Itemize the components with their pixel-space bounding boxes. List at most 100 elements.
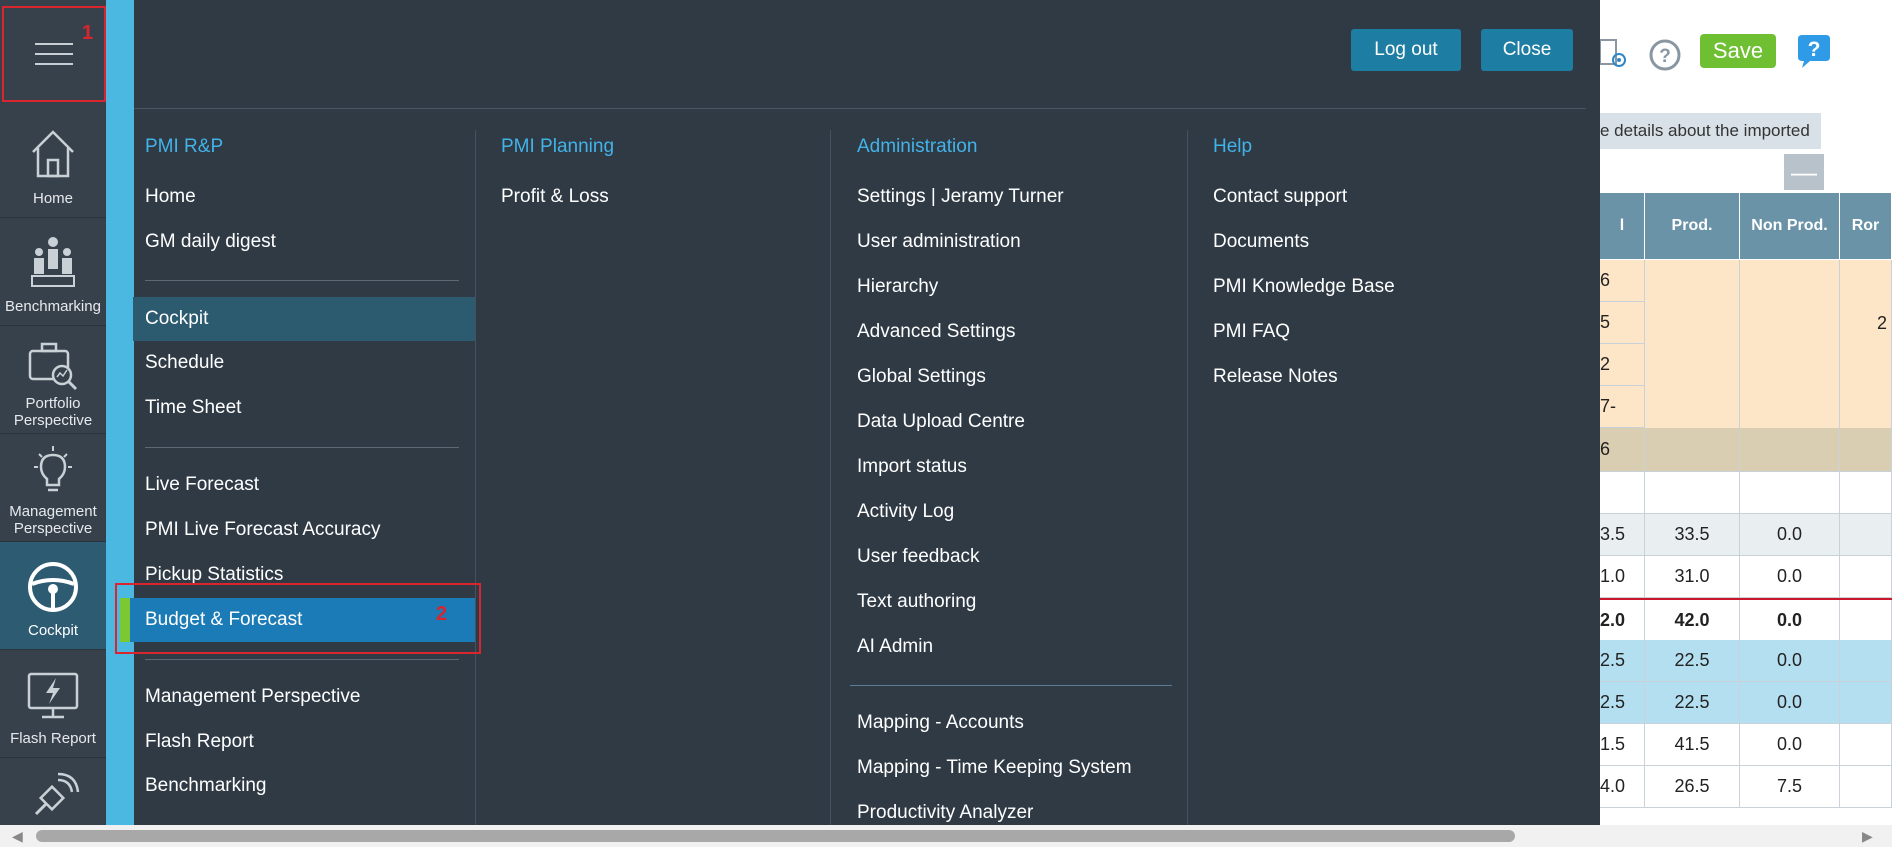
table-cell: 0.0 [1740, 640, 1840, 682]
menu-item-release-notes[interactable]: Release Notes [1213, 355, 1338, 399]
chat-help-icon[interactable]: ? [1794, 33, 1834, 71]
grid-header-row: l Prod. Non Prod. Ror [1600, 193, 1892, 260]
grid-header-cell: Prod. [1645, 193, 1740, 260]
table-row: 4.0 26.5 7.5 [1600, 766, 1892, 808]
table-cell [1840, 640, 1892, 682]
menu-item-hierarchy[interactable]: Hierarchy [857, 265, 938, 309]
table-cell [1645, 428, 1740, 472]
help-circle-icon[interactable]: ? [1648, 38, 1682, 72]
menu-item-cockpit[interactable]: Cockpit [133, 297, 475, 341]
table-cell: 26.5 [1645, 766, 1740, 808]
save-button[interactable]: Save [1700, 34, 1776, 68]
table-row: 1.5 41.5 0.0 [1600, 724, 1892, 766]
table-cell [1840, 514, 1892, 556]
table-cell: 2 [1600, 344, 1645, 386]
menu-item-data-upload-centre[interactable]: Data Upload Centre [857, 400, 1025, 444]
rail-item-management-perspective[interactable]: Management Perspective [0, 434, 106, 542]
menu-item-pmi-live-forecast-accuracy[interactable]: PMI Live Forecast Accuracy [134, 508, 485, 552]
rail-item-flash-report[interactable]: Flash Report [0, 650, 106, 758]
menu-item-ai-admin[interactable]: AI Admin [857, 625, 933, 669]
table-cell [1645, 344, 1740, 386]
grid-header-cell: Ror [1840, 193, 1892, 260]
menu-item-global-settings[interactable]: Global Settings [857, 355, 986, 399]
table-row: 2 [1600, 344, 1892, 386]
menu-divider [134, 108, 1586, 109]
import-info-text: e details about the imported [1600, 121, 1810, 140]
scrollbar-thumb[interactable] [36, 830, 1515, 842]
menu-item-home[interactable]: Home [134, 175, 485, 219]
table-cell [1840, 428, 1892, 472]
menu-item-documents[interactable]: Documents [1213, 220, 1309, 264]
table-row: 6 [1600, 260, 1892, 302]
horizontal-scrollbar[interactable]: ◀ ▶ [0, 825, 1892, 847]
group-divider [145, 447, 459, 448]
table-cell: 22.5 [1645, 682, 1740, 724]
menu-item-time-sheet[interactable]: Time Sheet [134, 386, 485, 430]
menu-item-contact-support[interactable]: Contact support [1213, 175, 1347, 219]
table-cell: 0.0 [1740, 724, 1840, 766]
table-cell: 33.5 [1645, 514, 1740, 556]
menu-item-mapping-accounts[interactable]: Mapping - Accounts [857, 701, 1024, 745]
table-cell: 41.5 [1645, 724, 1740, 766]
menu-item-activity-log[interactable]: Activity Log [857, 490, 954, 534]
scroll-right-arrow-icon[interactable]: ▶ [1862, 828, 1873, 845]
table-row: 3.5 33.5 0.0 [1600, 514, 1892, 556]
rail-item-label: Cockpit [27, 622, 79, 639]
menu-item-advanced-settings[interactable]: Advanced Settings [857, 310, 1015, 354]
menu-item-live-forecast[interactable]: Live Forecast [134, 463, 485, 507]
table-cell: 2.0 [1600, 600, 1645, 642]
app-page: ? Save ? e details about the imported — … [0, 0, 1892, 847]
menu-item-text-authoring[interactable]: Text authoring [857, 580, 976, 624]
menu-item-benchmarking[interactable]: Benchmarking [134, 764, 485, 808]
menu-item-pmi-knowledge-base[interactable]: PMI Knowledge Base [1213, 265, 1395, 309]
heading-pmi-rp: PMI R&P [145, 136, 224, 157]
rail-item-cockpit[interactable]: Cockpit [0, 542, 106, 650]
rail-item-portfolio-perspective[interactable]: Portfolio Perspective [0, 326, 106, 434]
table-cell [1840, 766, 1892, 808]
rail-item-more[interactable] [0, 758, 106, 825]
lightbulb-icon [34, 446, 72, 492]
table-cell [1645, 260, 1740, 302]
table-cell [1740, 260, 1840, 302]
menu-item-mapping-time-keeping[interactable]: Mapping - Time Keeping System [857, 746, 1132, 790]
collapse-button[interactable]: — [1784, 154, 1824, 190]
menu-item-schedule[interactable]: Schedule [134, 341, 485, 385]
table-cell [1645, 386, 1740, 428]
rail-item-label: Home [32, 190, 73, 207]
table-cell [1740, 344, 1840, 386]
annotation-badge-2: 2 [436, 603, 448, 625]
table-cell: 0.0 [1740, 556, 1840, 598]
menu-item-user-administration[interactable]: User administration [857, 220, 1021, 264]
rail-item-home[interactable]: Home [0, 111, 106, 218]
menu-item-gm-daily-digest[interactable]: GM daily digest [134, 220, 485, 264]
hamburger-menu-button[interactable]: 1 [2, 6, 106, 102]
table-cell: 1.0 [1600, 556, 1645, 598]
table-cell: 2 [1840, 302, 1892, 344]
table-cell [1840, 344, 1892, 386]
scroll-left-arrow-icon[interactable]: ◀ [12, 828, 23, 845]
menu-item-management-perspective[interactable]: Management Perspective [134, 675, 485, 719]
menu-item-profit-loss[interactable]: Profit & Loss [501, 175, 609, 219]
menu-item-pmi-faq[interactable]: PMI FAQ [1213, 310, 1290, 354]
menu-item-user-feedback[interactable]: User feedback [857, 535, 980, 579]
menu-item-flash-report[interactable]: Flash Report [134, 720, 485, 764]
report-settings-icon[interactable] [1598, 36, 1628, 70]
log-out-button[interactable]: Log out [1351, 29, 1461, 71]
table-cell [1840, 682, 1892, 724]
left-nav-rail: 1 Home Benchmarking Portfolio Perspectiv… [0, 0, 106, 825]
table-cell: 7- [1600, 386, 1645, 428]
rail-item-benchmarking[interactable]: Benchmarking [0, 218, 106, 326]
table-cell: 42.0 [1645, 600, 1740, 642]
lightning-monitor-icon [27, 672, 79, 719]
table-cell: 0.0 [1740, 682, 1840, 724]
steering-wheel-icon [28, 562, 78, 612]
table-cell: 7.5 [1740, 766, 1840, 808]
table-cell: 0.0 [1740, 514, 1840, 556]
briefcase-chart-icon [28, 342, 78, 391]
grid-header-cell: l [1600, 193, 1645, 260]
table-row: 7- [1600, 386, 1892, 428]
close-button[interactable]: Close [1481, 29, 1573, 71]
menu-item-import-status[interactable]: Import status [857, 445, 967, 489]
table-cell: 0.0 [1740, 600, 1840, 642]
menu-item-settings[interactable]: Settings | Jeramy Turner [857, 175, 1064, 219]
